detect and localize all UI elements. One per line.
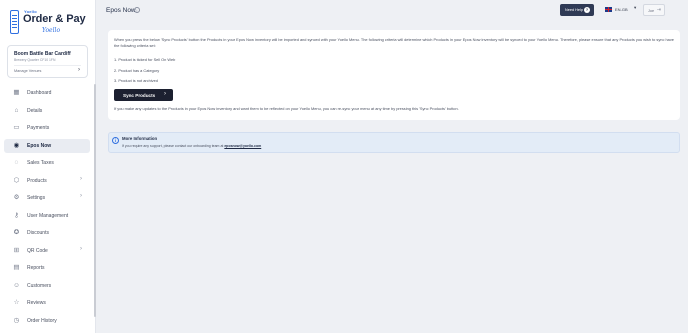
sidebar-item-label: Details: [27, 107, 43, 114]
sidebar-item-user-management[interactable]: ⚷ User Management: [4, 209, 90, 223]
epos-sync-card: When you press the below 'Sync Products'…: [108, 30, 680, 120]
user-name: Joe: [648, 8, 655, 13]
info-title: More Information: [122, 136, 158, 141]
sidebar-item-label: Payments: [27, 125, 50, 131]
sidebar-item-label: Sales Taxes: [27, 160, 54, 166]
sidebar-item-payments[interactable]: ▭ Payments: [4, 121, 90, 135]
sidebar-item-customers[interactable]: ☺ Customers: [4, 279, 90, 293]
intro-text: When you press the below 'Sync Products'…: [114, 37, 674, 48]
dashboard-icon: ▦: [13, 89, 20, 96]
outro-text: If you make any updates to the Products …: [114, 106, 459, 111]
gear-icon: ⚙: [13, 194, 20, 201]
question-icon: ?: [584, 6, 590, 13]
home-icon: ⌂: [14, 106, 19, 114]
chevron-right-icon[interactable]: ›: [78, 67, 80, 73]
support-email-link[interactable]: eposnow@yoello.com: [224, 144, 261, 148]
reports-icon: ▤: [13, 264, 20, 271]
chevron-right-icon: ›: [80, 245, 82, 252]
epos-icon: ◉: [13, 141, 20, 149]
sidebar-item-label: Products: [27, 177, 47, 184]
sidebar-item-reports[interactable]: ▤ Reports: [4, 261, 90, 275]
products-icon: ⬡: [13, 176, 20, 184]
logout-icon: ⇥: [656, 7, 661, 13]
sidebar-item-products[interactable]: ⬡ Products ›: [4, 174, 90, 188]
sidebar-item-label: Order History: [27, 317, 57, 324]
sidebar-item-label: Reviews: [27, 300, 46, 306]
venue-card[interactable]: Boom Battle Bar Cardiff Brewery Quarter …: [7, 45, 88, 78]
more-information-box: i More Information If you require any su…: [108, 132, 680, 153]
chevron-right-icon: ›: [80, 193, 82, 199]
sidebar-item-label: QR Code: [27, 247, 48, 254]
sync-products-button[interactable]: Sync Products ›: [114, 89, 173, 101]
criteria-item: 3. Product is not archived: [114, 78, 158, 83]
logo-script: Yoello: [42, 27, 61, 34]
criteria-item: 2. Product has a Category: [114, 68, 160, 73]
card-icon: ▭: [13, 124, 20, 131]
venue-address: Brewery Quarter CF10 1FN: [14, 58, 56, 62]
key-icon: ⚷: [14, 211, 19, 219]
need-help-button[interactable]: Need Help ?: [560, 4, 594, 16]
star-icon: ☆: [13, 299, 20, 306]
sidebar: Yoello Order & Pay Yoello Boom Battle Ba…: [0, 0, 96, 333]
language-selector[interactable]: EN-GB: [615, 7, 628, 12]
phone-icon: [10, 10, 19, 34]
history-icon: ◷: [13, 316, 20, 324]
venue-name: Boom Battle Bar Cardiff: [14, 51, 71, 57]
sidebar-item-label: Discounts: [27, 230, 49, 236]
need-help-label: Need Help: [565, 8, 583, 12]
customers-icon: ☺: [13, 281, 20, 289]
order-and-pay-logo[interactable]: Yoello Order & Pay Yoello: [8, 8, 90, 36]
sidebar-item-reviews[interactable]: ☆ Reviews: [4, 296, 90, 310]
sidebar-item-label: Settings: [27, 195, 46, 201]
info-message: If you require any support, please conta…: [122, 144, 224, 148]
qr-icon: ⊞: [13, 246, 20, 254]
top-bar: Epos Now i Need Help ? EN-GB ▾ Joe ⇥: [97, 0, 688, 22]
sidebar-item-label: Epos Now: [27, 142, 52, 149]
sidebar-item-discounts[interactable]: ✪ Discounts: [4, 226, 90, 240]
sidebar-item-details[interactable]: ⌂ Details: [4, 104, 90, 118]
uk-flag-icon[interactable]: [605, 7, 612, 12]
logo-title: Order & Pay: [23, 13, 86, 25]
sidebar-item-label: Customers: [27, 282, 52, 289]
criteria-item: 1. Product is ticked for Sell On Web: [114, 57, 176, 62]
sidebar-nav: ▦ Dashboard ⌂ Details ▭ Payments ◉ Epos …: [4, 86, 90, 331]
page-title: Epos Now: [106, 7, 136, 14]
info-icon[interactable]: i: [134, 7, 140, 13]
sidebar-item-settings[interactable]: ⚙ Settings ›: [4, 191, 90, 205]
user-menu-button[interactable]: Joe ⇥: [643, 4, 665, 16]
chevron-right-icon: ›: [164, 91, 166, 97]
sidebar-item-qr-code[interactable]: ⊞ QR Code ›: [4, 244, 90, 258]
sidebar-item-label: Dashboard: [27, 90, 52, 96]
sidebar-item-label: User Management: [27, 212, 69, 219]
manage-venues-link[interactable]: Manage Venues: [14, 69, 41, 73]
divider: [14, 65, 81, 66]
chevron-right-icon: ›: [80, 175, 82, 182]
tax-icon: ◌: [14, 159, 19, 166]
info-circle-icon: i: [112, 137, 119, 144]
sidebar-item-sales-taxes[interactable]: ◌ Sales Taxes: [4, 156, 90, 170]
sidebar-item-label: Reports: [27, 265, 45, 271]
info-text: If you require any support, please conta…: [122, 144, 261, 148]
sidebar-scrollbar[interactable]: [94, 84, 96, 317]
sidebar-item-epos-now[interactable]: ◉ Epos Now: [4, 138, 90, 153]
sidebar-item-order-history[interactable]: ◷ Order History: [4, 314, 90, 328]
sync-products-label: Sync Products: [123, 92, 156, 98]
sidebar-item-dashboard[interactable]: ▦ Dashboard: [4, 86, 90, 100]
chevron-down-icon[interactable]: ▾: [634, 5, 636, 11]
discount-icon: ✪: [13, 229, 20, 236]
